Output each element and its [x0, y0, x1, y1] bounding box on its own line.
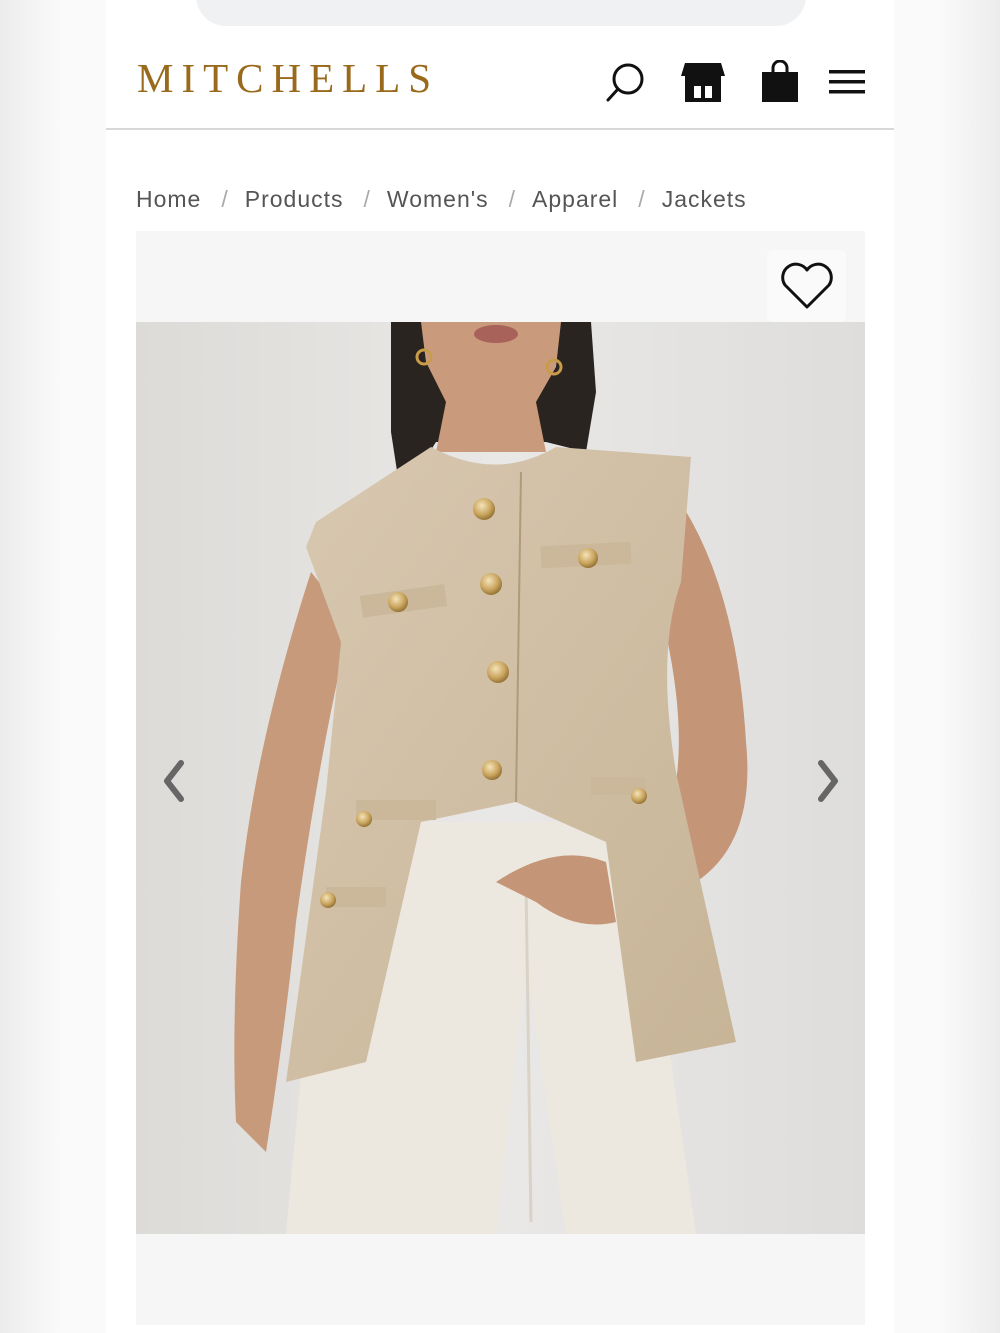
breadcrumb-separator: / — [221, 186, 229, 212]
wishlist-button[interactable] — [767, 250, 846, 322]
breadcrumb-apparel[interactable]: Apparel — [532, 186, 618, 213]
shopping-bag-icon[interactable] — [756, 58, 804, 106]
browser-url-bar[interactable] — [196, 0, 806, 26]
breadcrumb-jackets[interactable]: Jackets — [662, 186, 747, 213]
previous-image-button[interactable] — [154, 751, 194, 811]
store-icon[interactable] — [679, 58, 727, 106]
product-photo-illustration — [136, 322, 865, 1234]
next-image-button[interactable] — [808, 751, 848, 811]
breadcrumb-separator: / — [363, 186, 371, 212]
breadcrumb-products[interactable]: Products — [245, 186, 344, 213]
product-image-gallery — [136, 231, 865, 1325]
menu-icon[interactable] — [823, 58, 871, 106]
heart-outline-icon — [780, 262, 833, 309]
breadcrumb-separator: / — [508, 186, 517, 212]
site-header: MITCHELLS — [106, 40, 894, 130]
breadcrumb: Home / Products / Women's / Apparel / Ja… — [136, 186, 747, 213]
chevron-right-icon — [818, 760, 838, 802]
breadcrumb-separator: / — [638, 186, 646, 212]
mobile-viewport: MITCHELLS Home / Products / Women's / Ap… — [106, 0, 894, 1333]
breadcrumb-home[interactable]: Home — [136, 186, 201, 213]
breadcrumb-womens[interactable]: Women's — [387, 186, 489, 213]
chevron-left-icon — [164, 760, 184, 802]
product-photo[interactable] — [136, 322, 865, 1234]
brand-logo[interactable]: MITCHELLS — [137, 54, 439, 102]
search-icon[interactable] — [602, 58, 650, 106]
